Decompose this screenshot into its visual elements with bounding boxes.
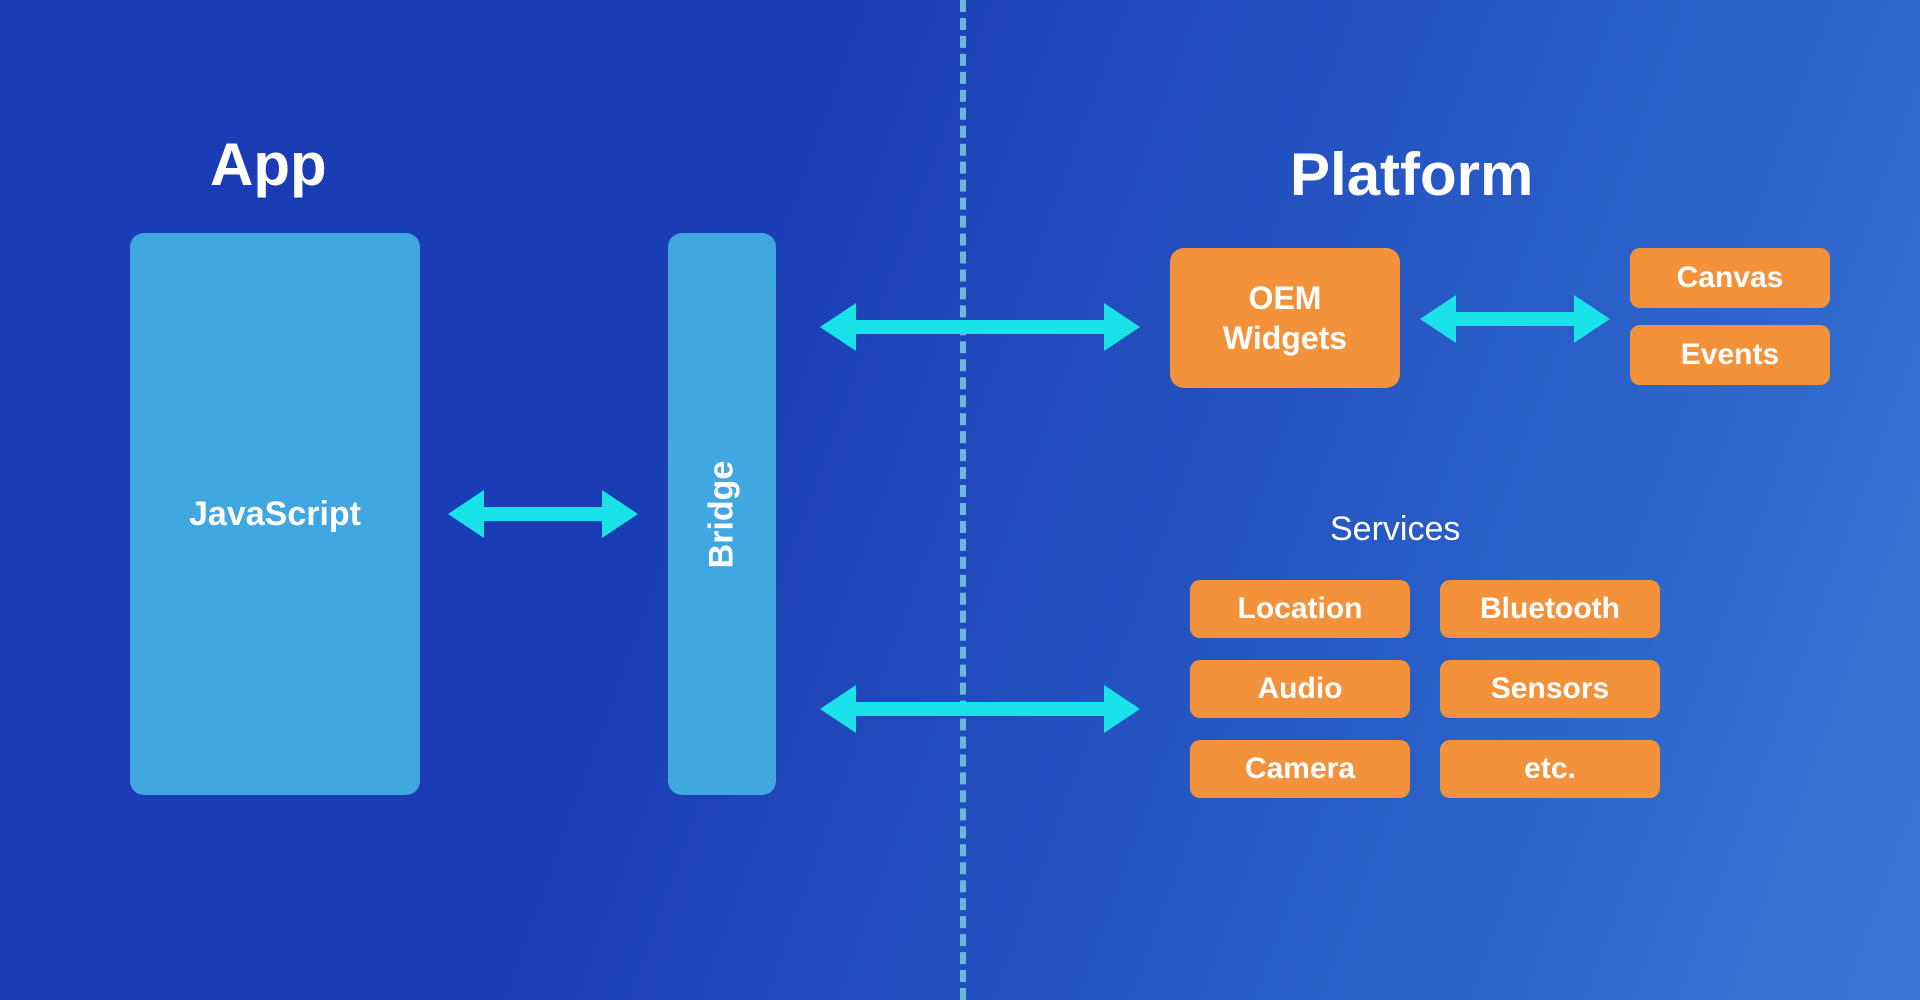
arrow-head-left-icon: [1420, 295, 1456, 343]
bridge-box: Bridge: [668, 233, 776, 795]
arrow-head-left-icon: [820, 303, 856, 351]
arrow-bridge-oem: [820, 303, 1140, 351]
platform-title: Platform: [1290, 140, 1533, 209]
arrow-bridge-services: [820, 685, 1140, 733]
canvas-box: Canvas: [1630, 248, 1830, 308]
arrow-shaft: [856, 702, 1104, 716]
service-camera-box: Camera: [1190, 740, 1410, 798]
arrow-head-right-icon: [1574, 295, 1610, 343]
arrow-head-right-icon: [602, 490, 638, 538]
services-title: Services: [1330, 510, 1460, 549]
service-audio-box: Audio: [1190, 660, 1410, 718]
events-box: Events: [1630, 325, 1830, 385]
service-location-box: Location: [1190, 580, 1410, 638]
oem-widgets-box: OEM Widgets: [1170, 248, 1400, 388]
canvas-label: Canvas: [1677, 261, 1784, 295]
arrow-shaft: [856, 320, 1104, 334]
app-title: App: [210, 130, 327, 199]
arrow-js-bridge: [448, 490, 638, 538]
arrow-shaft: [1456, 312, 1574, 326]
service-etc-label: etc.: [1524, 752, 1576, 786]
service-etc-box: etc.: [1440, 740, 1660, 798]
arrow-head-right-icon: [1104, 303, 1140, 351]
arrow-oem-canvasevents: [1420, 295, 1610, 343]
arrow-head-left-icon: [448, 490, 484, 538]
service-camera-label: Camera: [1245, 752, 1355, 786]
javascript-label: JavaScript: [189, 495, 361, 534]
arrow-shaft: [484, 507, 602, 521]
vertical-divider: [960, 0, 966, 1000]
javascript-box: JavaScript: [130, 233, 420, 795]
oem-widgets-label: OEM Widgets: [1223, 278, 1347, 358]
arrow-head-left-icon: [820, 685, 856, 733]
bridge-label: Bridge: [703, 460, 742, 568]
service-sensors-label: Sensors: [1491, 672, 1609, 706]
service-bluetooth-label: Bluetooth: [1480, 592, 1620, 626]
service-audio-label: Audio: [1258, 672, 1343, 706]
arrow-head-right-icon: [1104, 685, 1140, 733]
events-label: Events: [1681, 338, 1779, 372]
service-bluetooth-box: Bluetooth: [1440, 580, 1660, 638]
service-sensors-box: Sensors: [1440, 660, 1660, 718]
service-location-label: Location: [1238, 592, 1363, 626]
